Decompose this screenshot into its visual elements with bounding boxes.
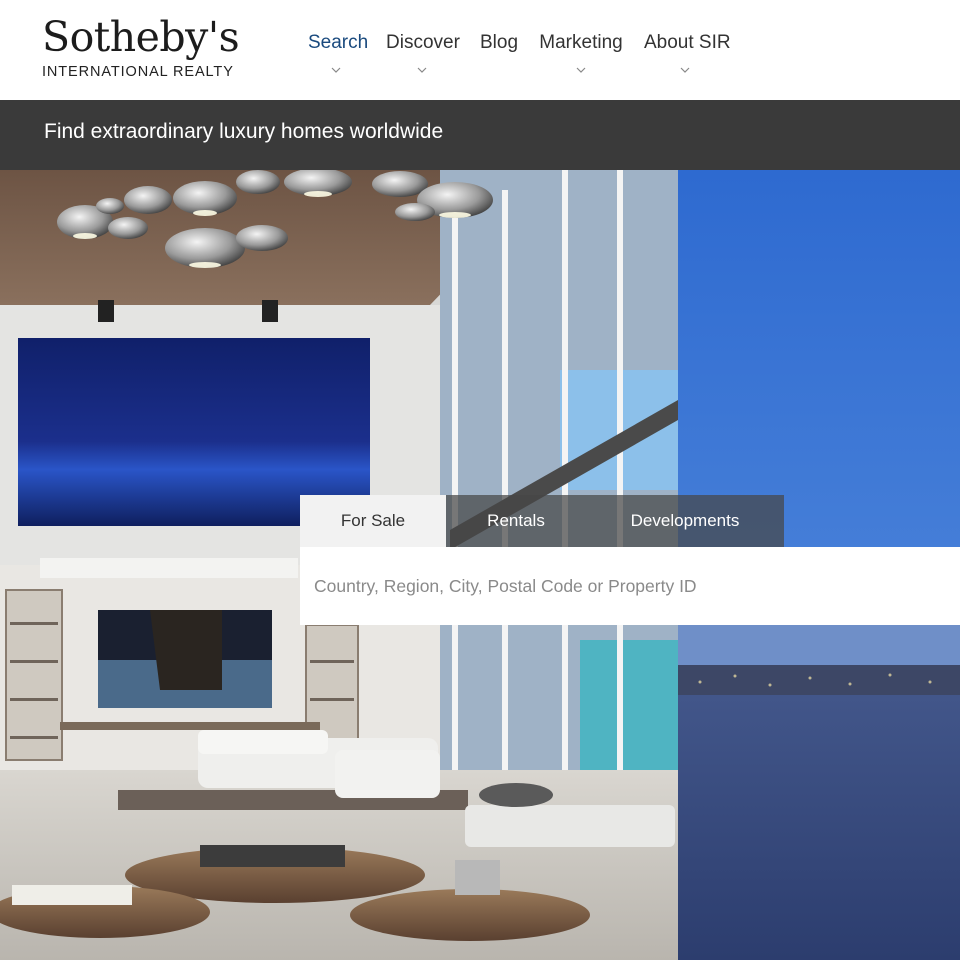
search-input[interactable] (300, 547, 960, 625)
banner-text: Find extraordinary luxury homes worldwid… (44, 120, 444, 143)
tab-developments[interactable]: Developments (586, 495, 784, 547)
search-tabs: For Sale Rentals Developments (300, 495, 784, 547)
search-box (300, 547, 960, 625)
tab-rentals[interactable]: Rentals (446, 495, 586, 547)
nav-item-marketing[interactable]: Marketing (538, 30, 624, 76)
chevron-down-icon (417, 67, 427, 73)
tagline-banner: Find extraordinary luxury homes worldwid… (0, 100, 960, 170)
nav-item-search[interactable]: Search (308, 30, 369, 76)
chevron-down-icon (680, 67, 690, 73)
site-header: Sotheby's INTERNATIONAL REALTY Search Di… (0, 0, 960, 101)
nav-item-about-sir[interactable]: About SIR (644, 30, 731, 76)
nav-item-label: Blog (480, 32, 519, 53)
nav-item-blog[interactable]: Blog (480, 30, 518, 56)
logo-tagline: INTERNATIONAL REALTY (42, 64, 234, 80)
sothebys-logo[interactable]: Sotheby's INTERNATIONAL REALTY (42, 13, 240, 84)
nav-item-label: Discover (386, 32, 460, 53)
nav-item-label: Search (308, 32, 369, 53)
nav-item-discover[interactable]: Discover (386, 30, 460, 76)
logo-wordmark: Sotheby's (42, 13, 240, 61)
tab-for-sale[interactable]: For Sale (300, 495, 446, 547)
chevron-down-icon (331, 67, 341, 73)
nav-item-label: Marketing (539, 32, 623, 53)
nav-item-label: About SIR (644, 32, 731, 53)
chevron-down-icon (576, 67, 586, 73)
